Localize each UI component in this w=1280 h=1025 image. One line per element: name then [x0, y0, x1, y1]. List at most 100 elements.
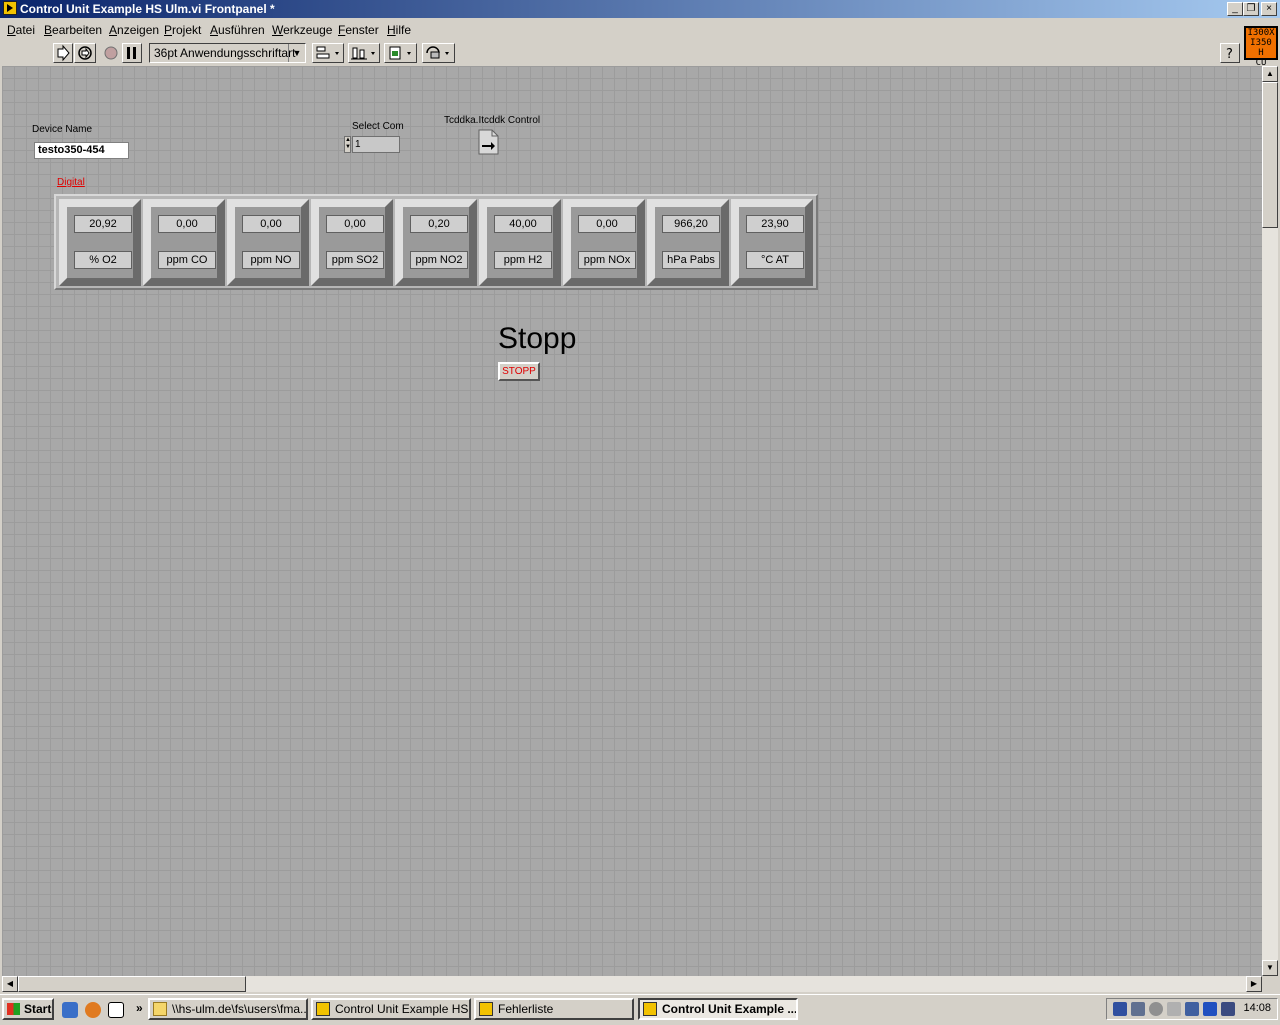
select-com-value[interactable]: 1 [352, 136, 400, 153]
reading-cell: 40,00 ppm H2 [479, 199, 561, 286]
minimize-button[interactable]: _ [1227, 2, 1243, 16]
device-name-indicator[interactable]: testo350-454 [34, 142, 129, 159]
vi-icon-line-1: I300X [1247, 28, 1275, 38]
labview-icon [479, 1002, 493, 1016]
tool-icon[interactable] [1185, 1002, 1199, 1016]
increment-decrement-icon[interactable]: ▲ ▼ [344, 136, 351, 153]
pause-icon[interactable] [122, 43, 142, 63]
vi-icon-line-2: I350 H [1250, 38, 1272, 58]
menu-bearbeiten[interactable]: Bearbeiten [44, 23, 102, 37]
scroll-left-icon[interactable]: ◀ [2, 976, 18, 992]
window-titlebar: Control Unit Example HS Ulm.vi Frontpane… [0, 0, 1280, 18]
font-select-value: 36pt Anwendungsschriftart [154, 46, 296, 60]
shield-icon[interactable] [1203, 1002, 1217, 1016]
reading-value: 966,20 [662, 215, 720, 233]
vertical-scroll-thumb[interactable] [1262, 82, 1278, 228]
reading-cell: 0,00 ppm NO [227, 199, 309, 286]
select-com-control[interactable]: ▲ ▼ 1 [344, 136, 402, 154]
stop-caption: Stopp [498, 322, 577, 355]
taskbar-item-label: Fehlerliste [498, 1002, 554, 1016]
toolbar: 36pt Anwendungsschriftart ▼ ? [0, 40, 1244, 66]
reading-cell: 23,90 °C AT [731, 199, 813, 286]
taskbar-item-explorer[interactable]: \\hs-ulm.de\fs\users\fma... [148, 998, 308, 1020]
reading-cell: 0,20 ppm NO2 [395, 199, 477, 286]
refnum-control[interactable] [478, 129, 500, 155]
folder-icon [153, 1002, 167, 1016]
reading-cell: 0,00 ppm SO2 [311, 199, 393, 286]
resize-objects-icon[interactable] [384, 43, 417, 63]
menu-hilfe[interactable]: Hilfe [387, 23, 411, 37]
reading-unit: ppm NOx [578, 251, 636, 269]
horizontal-scrollbar[interactable]: ◀ ▶ [2, 976, 1262, 992]
taskbar-item-label: \\hs-ulm.de\fs\users\fma... [172, 1002, 308, 1016]
reading-cell: 0,00 ppm CO [143, 199, 225, 286]
reading-cell: 966,20 hPa Pabs [647, 199, 729, 286]
restore-button[interactable]: ❐ [1243, 2, 1259, 16]
help-icon[interactable]: ? [1220, 43, 1240, 63]
show-desktop-icon[interactable] [108, 1002, 124, 1018]
vertical-scrollbar[interactable]: ▲ ▼ [1262, 66, 1278, 976]
internet-explorer-icon[interactable] [62, 1002, 78, 1018]
reading-value: 0,00 [158, 215, 216, 233]
start-label: Start [24, 1002, 52, 1016]
monitor-icon[interactable] [1221, 1002, 1235, 1016]
reading-value: 0,00 [326, 215, 384, 233]
reading-unit: ppm H2 [494, 251, 552, 269]
menu-ausfuehren[interactable]: Ausführen [210, 23, 265, 37]
taskbar-item-label: Control Unit Example ... [662, 1002, 798, 1016]
scroll-right-icon[interactable]: ▶ [1246, 976, 1262, 992]
distribute-objects-icon[interactable] [348, 43, 380, 63]
cluster-label: Digital [57, 177, 85, 188]
clock[interactable]: 14:08 [1243, 1002, 1271, 1014]
menu-datei[interactable]: Datei [7, 23, 35, 37]
menu-bar: Datei Bearbeiten Anzeigen Projekt Ausfüh… [0, 19, 1244, 40]
device-name-label: Device Name [32, 124, 93, 135]
taskbar-item-error-list[interactable]: Fehlerliste [474, 998, 634, 1020]
labview-vi-icon[interactable] [3, 1, 17, 15]
taskbar-item-vi-frontpanel[interactable]: Control Unit Example ... [638, 998, 798, 1020]
stop-button[interactable]: STOPP [498, 362, 540, 381]
svg-text:?: ? [1226, 47, 1233, 62]
align-objects-icon[interactable] [312, 43, 344, 63]
taskbar-item-vi-diagram[interactable]: Control Unit Example HS ... [311, 998, 471, 1020]
reading-value: 0,00 [242, 215, 300, 233]
quicklaunch-overflow-icon[interactable]: » [136, 1001, 143, 1015]
menu-fenster[interactable]: Fenster [338, 23, 379, 37]
front-panel: Device Name testo350-454 Select Com ▲ ▼ 1… [2, 66, 1262, 976]
scroll-up-icon[interactable]: ▲ [1262, 66, 1278, 82]
font-select[interactable]: 36pt Anwendungsschriftart ▼ [149, 43, 306, 63]
abort-icon[interactable] [101, 43, 121, 63]
start-button[interactable]: Start [2, 998, 54, 1020]
run-continuously-icon[interactable] [74, 43, 96, 63]
firefox-icon[interactable] [85, 1002, 101, 1018]
refnum-arrow-icon [478, 129, 499, 155]
reading-unit: % O2 [74, 251, 132, 269]
menu-werkzeuge[interactable]: Werkzeuge [272, 23, 332, 37]
refnum-label: Tcddka.Itcddk Control [444, 115, 541, 126]
reading-cell: 0,00 ppm NOx [563, 199, 645, 286]
menu-projekt[interactable]: Projekt [164, 23, 201, 37]
reading-unit: hPa Pabs [662, 251, 720, 269]
chevron-down-icon[interactable]: ▼ [288, 44, 305, 62]
display-icon[interactable] [1131, 1002, 1145, 1016]
reading-value: 23,90 [746, 215, 804, 233]
window-title: Control Unit Example HS Ulm.vi Frontpane… [20, 2, 275, 16]
scroll-down-icon[interactable]: ▼ [1262, 960, 1278, 976]
close-button[interactable]: × [1261, 2, 1277, 16]
readings-cluster: 20,92 % O2 0,00 ppm CO 0,00 ppm NO 0,00 … [54, 194, 818, 290]
taskbar: Start » \\hs-ulm.de\fs\users\fma... Cont… [0, 994, 1280, 1025]
reading-unit: ppm CO [158, 251, 216, 269]
reorder-icon[interactable] [422, 43, 455, 63]
reading-unit: ppm NO2 [410, 251, 468, 269]
run-arrow-icon[interactable] [53, 43, 73, 63]
reading-cell: 20,92 % O2 [59, 199, 141, 286]
horizontal-scroll-thumb[interactable] [18, 976, 246, 992]
menu-anzeigen[interactable]: Anzeigen [109, 23, 159, 37]
vi-icon[interactable]: I300X I350 H CU [1244, 26, 1278, 68]
reading-value: 40,00 [494, 215, 552, 233]
volume-icon[interactable] [1167, 1002, 1181, 1016]
network-icon[interactable] [1113, 1002, 1127, 1016]
reading-value: 0,00 [578, 215, 636, 233]
clock-sync-icon[interactable] [1149, 1002, 1163, 1016]
labview-icon [643, 1002, 657, 1016]
